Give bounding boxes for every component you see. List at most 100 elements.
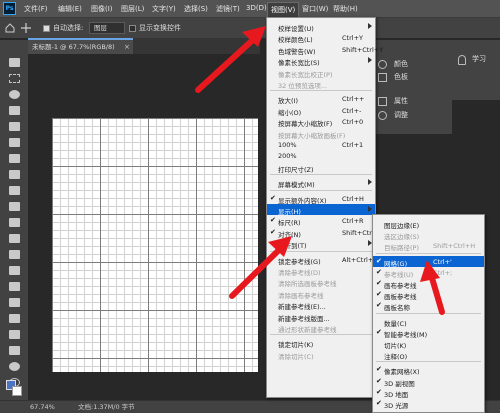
view-menu-item[interactable]: 按屏幕大小缩放(F) Ctrl+0 (267, 116, 375, 128)
view-menu-item-shortcut: Ctrl+R (342, 217, 364, 226)
show-submenu-item[interactable]: ✔ 智能参考线(M) (373, 327, 484, 339)
menu-separator (376, 312, 481, 314)
menu-view[interactable]: 视图(V) (267, 2, 300, 18)
quick-select-tool[interactable] (9, 106, 20, 115)
view-menu-item[interactable]: 显示(H) (267, 204, 375, 216)
properties-panel-label[interactable]: 属性 (394, 98, 408, 105)
show-submenu-item[interactable]: 切片(K) (373, 338, 484, 350)
show-submenu-item[interactable]: 数量(C) (373, 316, 484, 328)
learn-panel-dock: 学习 (452, 40, 500, 100)
color-panel-label[interactable]: 颜色 (394, 61, 408, 68)
checkmark-icon: ✔ (376, 279, 382, 287)
show-submenu-item[interactable]: 注释(O) (373, 349, 484, 361)
show-transform-checkbox[interactable] (129, 25, 136, 32)
zoom-level[interactable]: 67.74% (30, 404, 55, 411)
document-tab-close[interactable]: × (124, 44, 130, 51)
eyedropper-tool[interactable] (9, 154, 20, 163)
background-color-swatch[interactable] (12, 386, 22, 396)
color-panel-icon[interactable] (378, 60, 387, 69)
menu-file[interactable]: 文件(F) (24, 4, 48, 14)
show-submenu-item-shortcut: Ctrl+' (433, 257, 452, 266)
hand-tool[interactable] (9, 362, 20, 371)
view-menu-item[interactable]: ✔ 对齐(N) Shift+Ctrl+; (267, 227, 381, 239)
checkmark-icon: ✔ (376, 301, 382, 310)
auto-select-checkbox[interactable] (43, 25, 50, 32)
eraser-tool[interactable] (9, 234, 20, 243)
crop-tool[interactable] (9, 122, 20, 131)
history-brush-tool[interactable] (9, 218, 20, 227)
menu-select[interactable]: 选择(S) (184, 4, 208, 14)
lasso-tool[interactable] (9, 90, 20, 99)
menu-window[interactable]: 窗口(W) (302, 4, 328, 14)
view-menu-item[interactable]: 色域警告(W) Shift+Ctrl+Y (267, 44, 383, 56)
dodge-tool[interactable] (9, 282, 20, 291)
menu-help[interactable]: 帮助(H) (333, 4, 358, 14)
view-menu-item[interactable]: 新建参考线(E)... (267, 299, 375, 311)
menu-layer[interactable]: 图层(L) (121, 4, 144, 14)
show-submenu-item[interactable]: ✔ 3D 地面 (373, 387, 484, 399)
view-menu-item[interactable]: ✔ 标尺(R) Ctrl+R (267, 215, 375, 227)
learn-panel-label[interactable]: 学习 (472, 56, 486, 63)
pen-tool[interactable] (9, 298, 20, 307)
view-menu-item[interactable]: 100% Ctrl+1 (267, 139, 375, 150)
menu-edit[interactable]: 编辑(E) (58, 4, 82, 14)
layer-select-dropdown[interactable]: 图层 (89, 22, 125, 34)
path-select-tool[interactable] (9, 330, 20, 339)
menu-type[interactable]: 文字(Y) (152, 4, 176, 14)
view-menu-item[interactable]: ✔ 显示额外内容(X) Ctrl+H (267, 193, 375, 205)
view-menu-item-shortcut: Ctrl+Y (342, 34, 363, 43)
show-submenu-item[interactable]: ✔ 3D 光源 (373, 398, 484, 410)
view-menu-item[interactable]: 校样设置(U) (267, 21, 375, 33)
blur-tool[interactable] (9, 266, 20, 275)
show-submenu-item[interactable]: ✔ 画板参考线 (373, 289, 484, 301)
healing-brush-tool[interactable] (9, 170, 20, 179)
menu-filter[interactable]: 滤镜(T) (216, 4, 240, 14)
frame-tool[interactable] (9, 138, 20, 147)
learn-panel-icon[interactable] (458, 55, 466, 65)
view-menu-item[interactable]: 屏幕模式(M) (267, 177, 375, 189)
view-menu-item[interactable]: 打印尺寸(Z) (267, 162, 375, 174)
move-tool-icon[interactable] (21, 23, 31, 33)
view-menu-item[interactable]: 像素长宽比(S) (267, 55, 375, 67)
document-canvas-grid[interactable] (52, 118, 258, 372)
clone-stamp-tool[interactable] (9, 202, 20, 211)
menu-3d[interactable]: 3D(D) (246, 4, 267, 12)
home-icon[interactable] (5, 23, 15, 33)
show-submenu-item[interactable]: ✔ 网格(G) Ctrl+' (373, 255, 484, 268)
gradient-tool[interactable] (9, 250, 20, 259)
brush-tool[interactable] (9, 186, 20, 195)
view-menu-item[interactable]: 新建参考线版面... (267, 311, 375, 323)
show-submenu-item[interactable]: ✔ 像素网格(X) (373, 364, 484, 376)
swatches-panel-label[interactable]: 色板 (394, 74, 408, 81)
rectangle-tool[interactable] (9, 346, 20, 355)
properties-panel-icon[interactable] (378, 97, 387, 106)
view-menu-item[interactable]: 放大(I) Ctrl++ (267, 93, 375, 105)
show-submenu-item[interactable]: ✔ 画板名称 (373, 300, 484, 312)
view-menu-item[interactable]: 锁定参考线(G) Alt+Ctrl+; (267, 254, 375, 266)
view-menu-item[interactable]: 校样颜色(L) Ctrl+Y (267, 32, 375, 44)
adjustments-panel-icon[interactable] (378, 111, 387, 120)
adjustments-panel-label[interactable]: 调整 (394, 112, 408, 119)
checkmark-icon: ✔ (376, 267, 382, 276)
document-tab[interactable]: 未标题-1 @ 67.7%(RGB/8) × (28, 38, 133, 54)
swatches-panel-icon[interactable] (378, 73, 387, 82)
show-submenu-item[interactable]: ✔ 画布参考线 (373, 278, 484, 290)
view-menu-item: 按屏幕大小缩放画板(F) (267, 128, 375, 140)
marquee-tool[interactable] (9, 74, 20, 83)
show-submenu-item[interactable]: ✔ 3D 副视图 (373, 376, 484, 388)
menu-bar: Ps 文件(F) 编辑(E) 图像(I) 图层(L) 文字(Y) 选择(S) 滤… (0, 0, 500, 18)
view-menu: 校样设置(U) 校样颜色(L) Ctrl+Y 色域警告(W) Shift+Ctrl+Y 像… (266, 17, 383, 398)
view-menu-item[interactable]: 200% (267, 150, 375, 161)
view-menu-item: 通过形状新建参考线 (267, 322, 375, 334)
view-menu-item[interactable]: 锁定切片(K) (267, 337, 375, 349)
type-tool[interactable] (9, 314, 20, 323)
move-tool[interactable] (9, 58, 20, 67)
view-menu-item: 清除切片(C) (267, 349, 375, 361)
show-submenu-item[interactable]: 图层边缘(E) (373, 218, 484, 230)
view-menu-item[interactable]: 缩小(O) Ctrl+- (267, 105, 375, 117)
menu-image[interactable]: 图像(I) (91, 4, 113, 14)
view-menu-item-shortcut: Ctrl+H (342, 194, 364, 203)
view-menu-item[interactable]: 对齐到(T) (267, 238, 375, 250)
ps-logo: Ps (3, 2, 16, 15)
menu-separator (270, 174, 372, 176)
